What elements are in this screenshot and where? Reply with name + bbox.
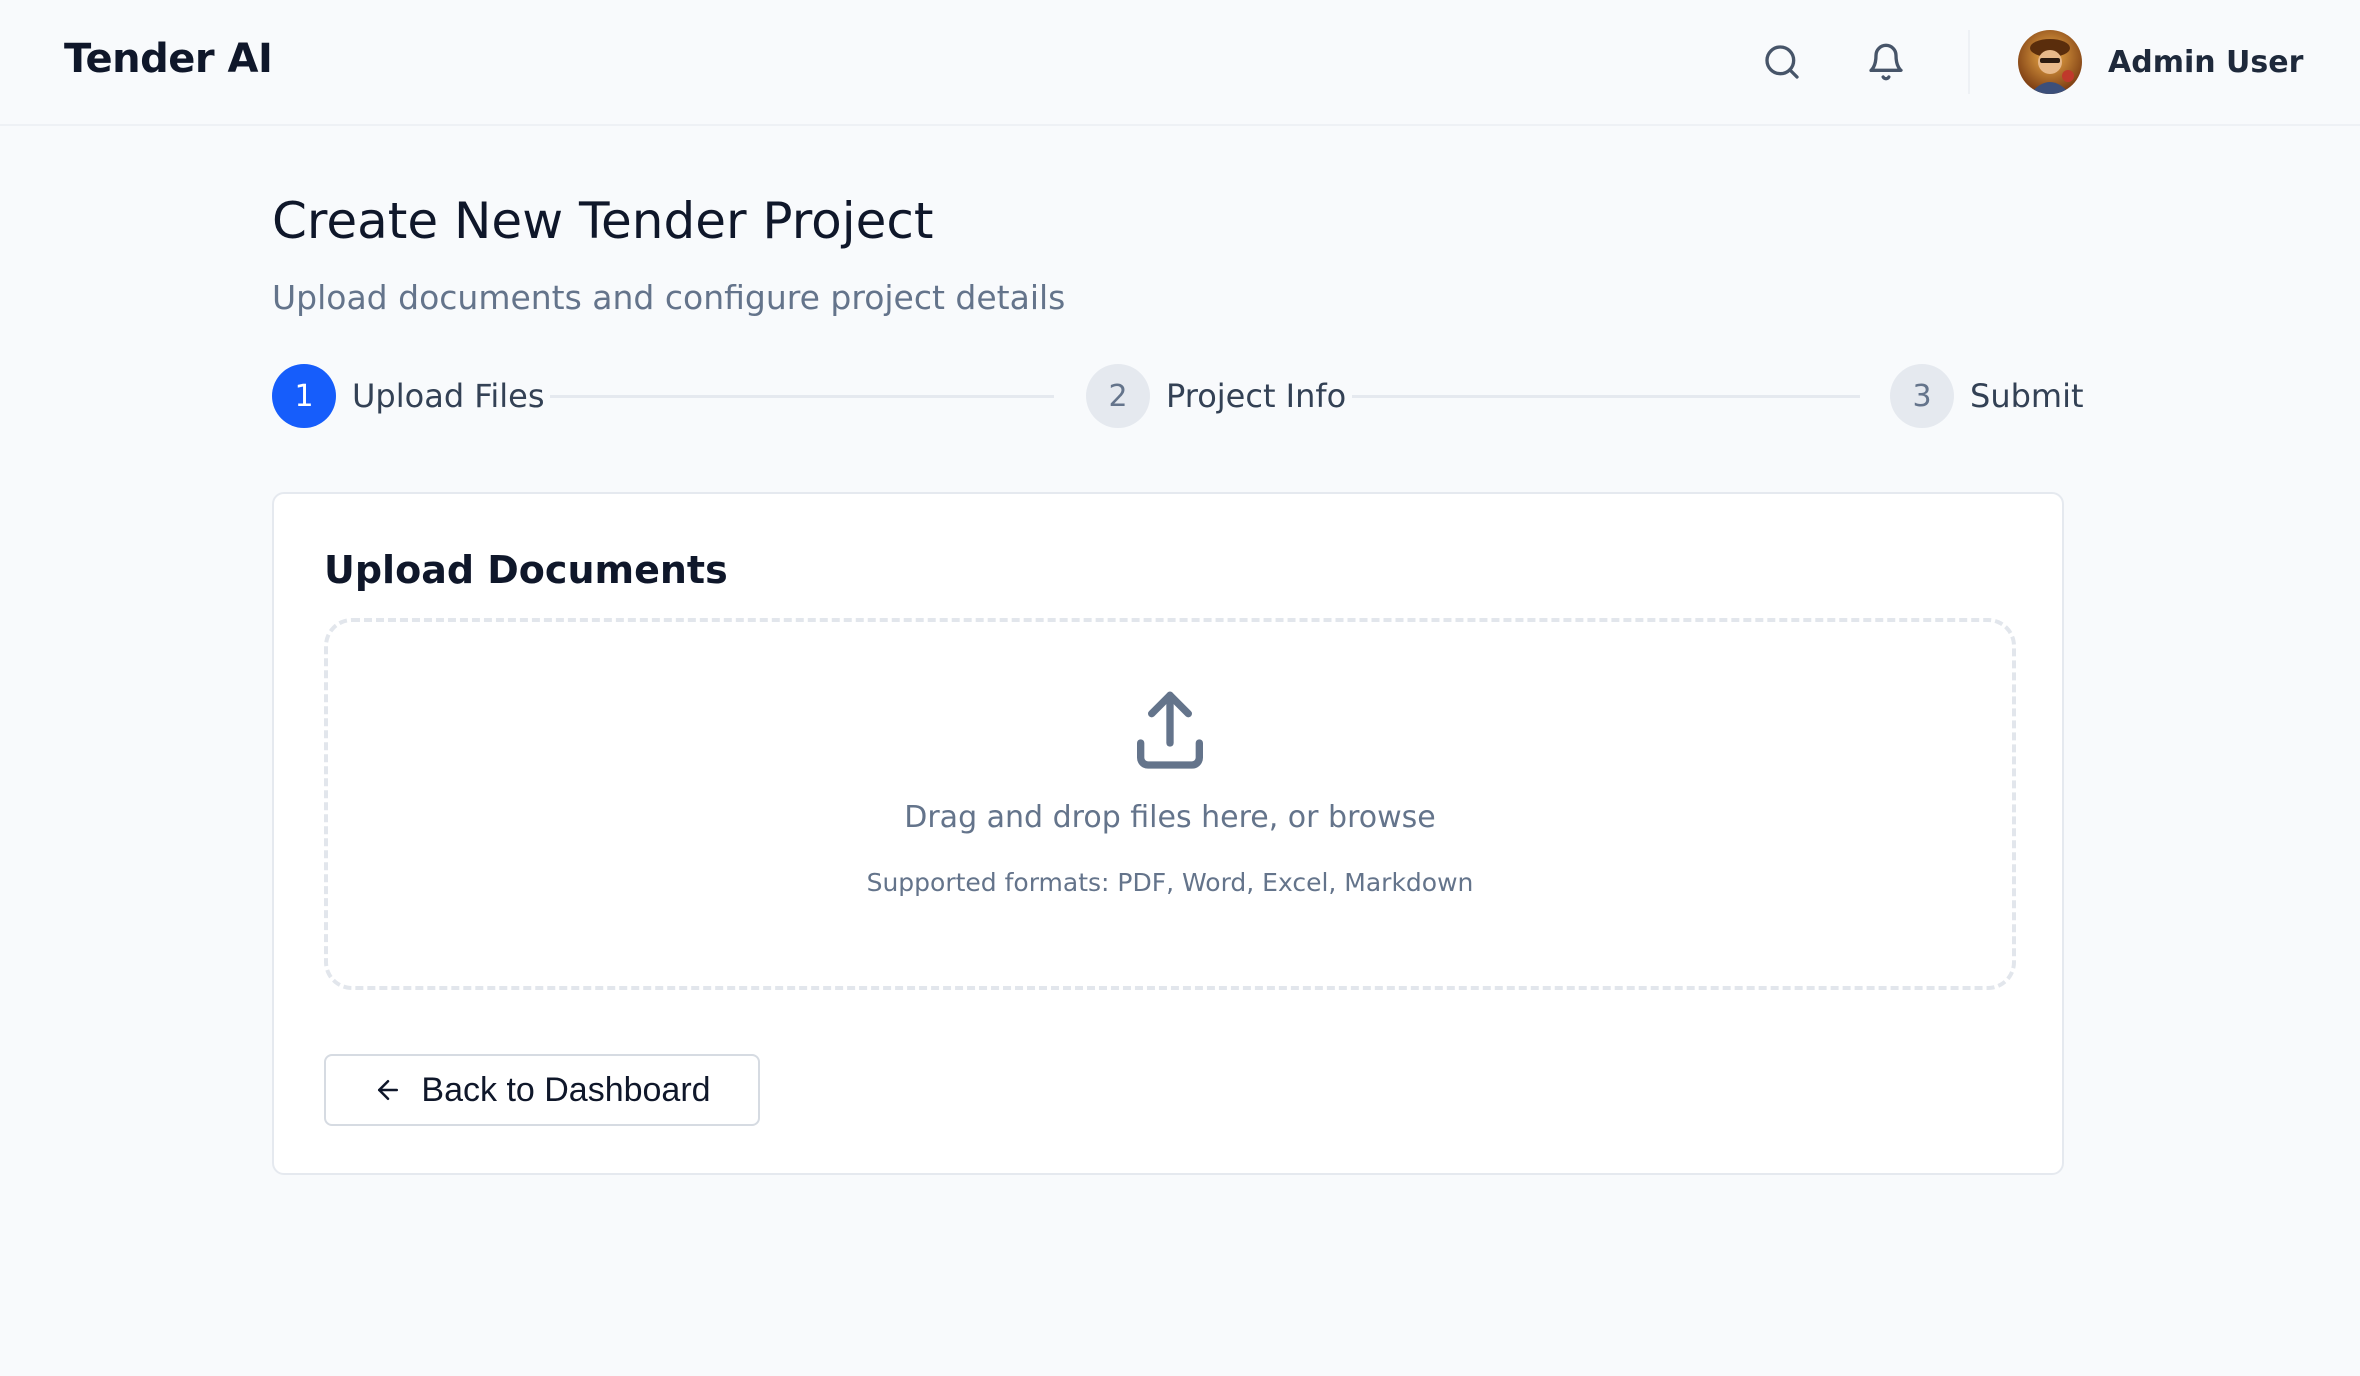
step-project-info[interactable]: 2 Project Info (1086, 364, 1346, 428)
step-connector (1352, 395, 1860, 398)
page-subtitle: Upload documents and configure project d… (272, 278, 1066, 317)
step-connector (550, 395, 1054, 398)
step-submit[interactable]: 3 Submit (1890, 364, 2084, 428)
step-number: 1 (272, 364, 336, 428)
upload-documents-card: Upload Documents Drag and drop files her… (272, 492, 2064, 1175)
user-menu[interactable]: Admin User (2018, 30, 2303, 94)
step-number: 3 (1890, 364, 1954, 428)
arrow-left-icon (373, 1075, 403, 1105)
supported-formats-text: Supported formats: PDF, Word, Excel, Mar… (866, 868, 1474, 897)
user-name: Admin User (2108, 44, 2304, 80)
step-number: 2 (1086, 364, 1150, 428)
step-upload-files[interactable]: 1 Upload Files (272, 364, 545, 428)
back-to-dashboard-button[interactable]: Back to Dashboard (324, 1054, 760, 1126)
back-button-label: Back to Dashboard (421, 1070, 711, 1109)
upload-icon (1126, 688, 1214, 776)
search-icon[interactable] (1760, 40, 1804, 84)
header-divider (1968, 30, 1970, 94)
step-label: Upload Files (352, 377, 545, 415)
app-logo-text[interactable]: Tender AI (64, 36, 273, 82)
file-dropzone[interactable]: Drag and drop files here, or browse Supp… (324, 618, 2016, 990)
bell-icon[interactable] (1864, 40, 1908, 84)
top-navigation-bar: Tender AI Admin User (0, 0, 2360, 126)
step-label: Submit (1970, 377, 2084, 415)
card-title: Upload Documents (324, 548, 728, 592)
step-label: Project Info (1166, 377, 1347, 415)
dropzone-instructions: Drag and drop files here, or browse (904, 800, 1436, 835)
avatar[interactable] (2018, 30, 2082, 94)
page-title: Create New Tender Project (272, 192, 934, 250)
